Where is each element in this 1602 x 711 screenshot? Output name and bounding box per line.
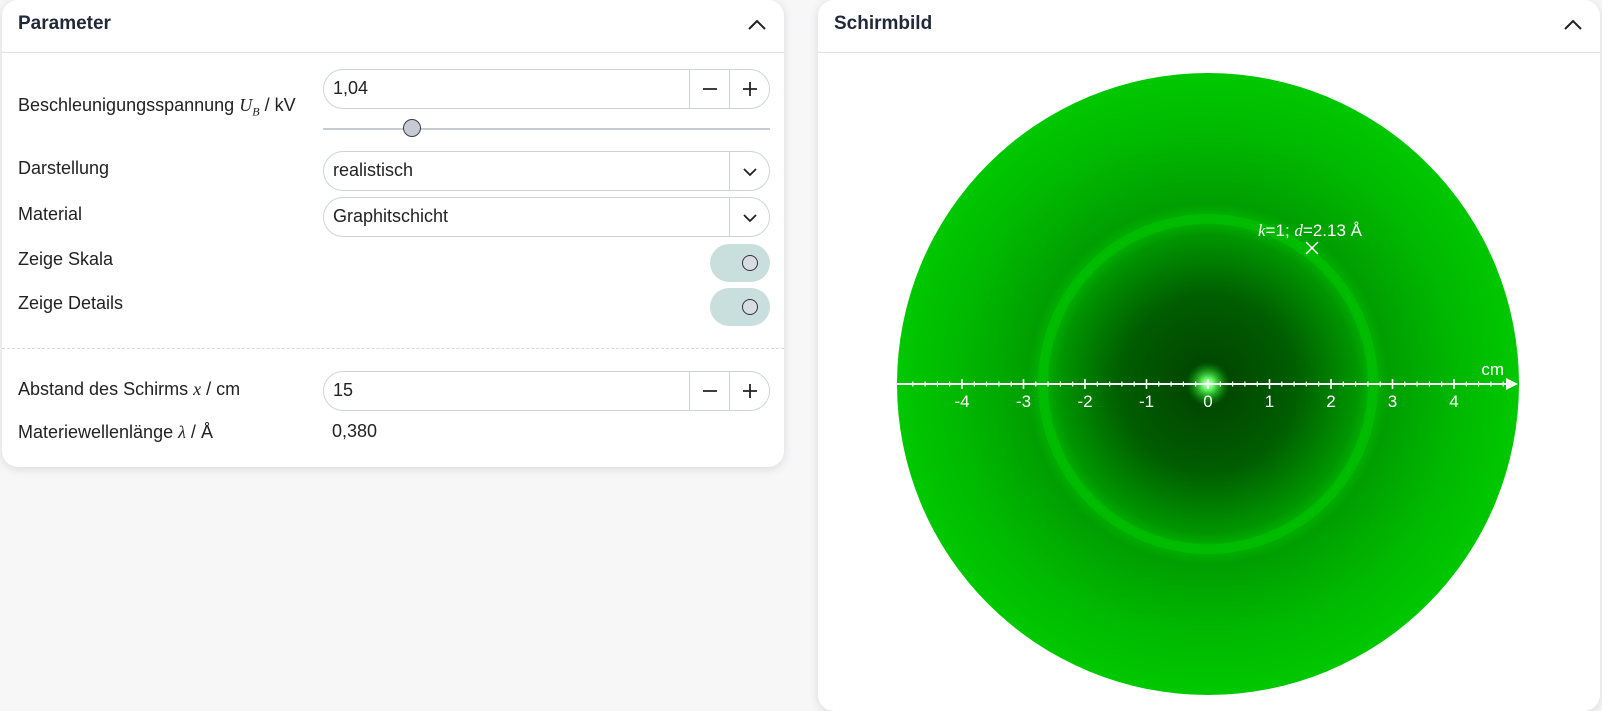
show-scale-label: Zeige Skala — [18, 249, 114, 269]
screen-panel-header: Schirmbild — [818, 0, 1600, 53]
axis-tick-label: -4 — [954, 392, 969, 411]
voltage-slider-thumb[interactable] — [403, 119, 422, 137]
voltage-input-group: 1,04 — [323, 69, 770, 109]
chevron-up-icon — [1564, 19, 1582, 30]
axis-tick-label: -3 — [1016, 392, 1031, 411]
display-select-value: realistisch — [333, 160, 414, 180]
diffraction-screen: -4 -3 -2 -1 0 1 2 3 4 cm k=1; d=2.13 Å — [897, 73, 1519, 695]
minus-icon — [703, 88, 717, 90]
wavelength-label: Materiewellenlänge λ / Å — [18, 422, 213, 443]
axis-unit-label: cm — [1481, 360, 1504, 379]
display-label: Darstellung — [18, 158, 110, 178]
axis-tick-label: -1 — [1139, 392, 1154, 411]
screen-panel: Schirmbild -4 -3 -2 -1 0 1 2 3 4 cm k=1;… — [818, 0, 1600, 711]
show-scale-toggle[interactable] — [710, 244, 770, 282]
chevron-up-icon — [748, 19, 766, 30]
chevron-down-icon — [743, 168, 757, 177]
display-select[interactable]: realistisch — [323, 151, 770, 191]
voltage-subscript: B — [252, 104, 260, 119]
toggle-knob — [742, 299, 758, 315]
parameter-panel: Parameter Beschleunigungsspannung UB / k… — [2, 0, 784, 467]
distance-label-text: Abstand des Schirms — [18, 379, 189, 399]
axis-tick-label: 1 — [1265, 392, 1274, 411]
annotation-d-value: 2.13 — [1313, 221, 1346, 240]
material-label: Material — [18, 204, 83, 224]
axis-tick-label: -2 — [1077, 392, 1092, 411]
annotation-k-value: 1 — [1275, 221, 1284, 240]
plus-icon — [743, 82, 757, 96]
display-dropdown-button[interactable] — [729, 152, 769, 190]
toggle-knob — [742, 255, 758, 271]
distance-label: Abstand des Schirms x / cm — [18, 379, 240, 400]
ring-annotation: k=1; d=2.13 Å — [1258, 221, 1363, 240]
material-select[interactable]: Graphitschicht — [323, 197, 770, 237]
minus-icon — [703, 390, 717, 392]
screen-panel-title: Schirmbild — [834, 13, 933, 34]
plus-icon — [743, 384, 757, 398]
voltage-unit-sep: / — [264, 95, 270, 115]
material-dropdown-button[interactable] — [729, 198, 769, 236]
distance-unit: cm — [216, 379, 241, 399]
distance-input-group: 15 — [323, 371, 770, 411]
wavelength-label-text: Materiewellenlänge — [18, 422, 174, 442]
voltage-decrement-button[interactable] — [689, 70, 729, 108]
voltage-input[interactable]: 1,04 — [333, 78, 368, 99]
collapse-screen-button[interactable] — [1560, 12, 1586, 38]
voltage-slider-track[interactable] — [323, 128, 770, 130]
axis-tick-label: 3 — [1388, 392, 1397, 411]
voltage-increment-button[interactable] — [729, 70, 769, 108]
distance-input[interactable]: 15 — [333, 380, 353, 401]
wavelength-unit: Å — [200, 422, 213, 442]
annotation-d-unit: Å — [1351, 221, 1363, 240]
wavelength-symbol: λ — [178, 422, 186, 442]
voltage-unit: kV — [274, 95, 296, 115]
show-details-label: Zeige Details — [18, 293, 124, 313]
voltage-symbol: U — [239, 95, 253, 115]
material-select-value: Graphitschicht — [333, 206, 449, 226]
voltage-label: Beschleunigungsspannung UB / kV — [18, 95, 296, 120]
distance-increment-button[interactable] — [729, 372, 769, 410]
wavelength-unit-sep: / — [190, 422, 196, 442]
voltage-label-text: Beschleunigungsspannung — [18, 95, 235, 115]
wavelength-value: 0,380 — [332, 421, 378, 441]
show-details-toggle[interactable] — [710, 288, 770, 326]
axis-tick-label: 2 — [1326, 392, 1335, 411]
parameter-panel-title: Parameter — [18, 13, 111, 34]
parameter-panel-header: Parameter — [2, 0, 784, 53]
section-divider — [2, 348, 784, 349]
distance-decrement-button[interactable] — [689, 372, 729, 410]
collapse-parameter-button[interactable] — [744, 12, 770, 38]
axis-tick-label: 4 — [1449, 392, 1458, 411]
distance-unit-sep: / — [206, 379, 212, 399]
chevron-down-icon — [743, 214, 757, 223]
axis-tick-label: 0 — [1203, 392, 1212, 411]
distance-symbol: x — [193, 379, 202, 399]
